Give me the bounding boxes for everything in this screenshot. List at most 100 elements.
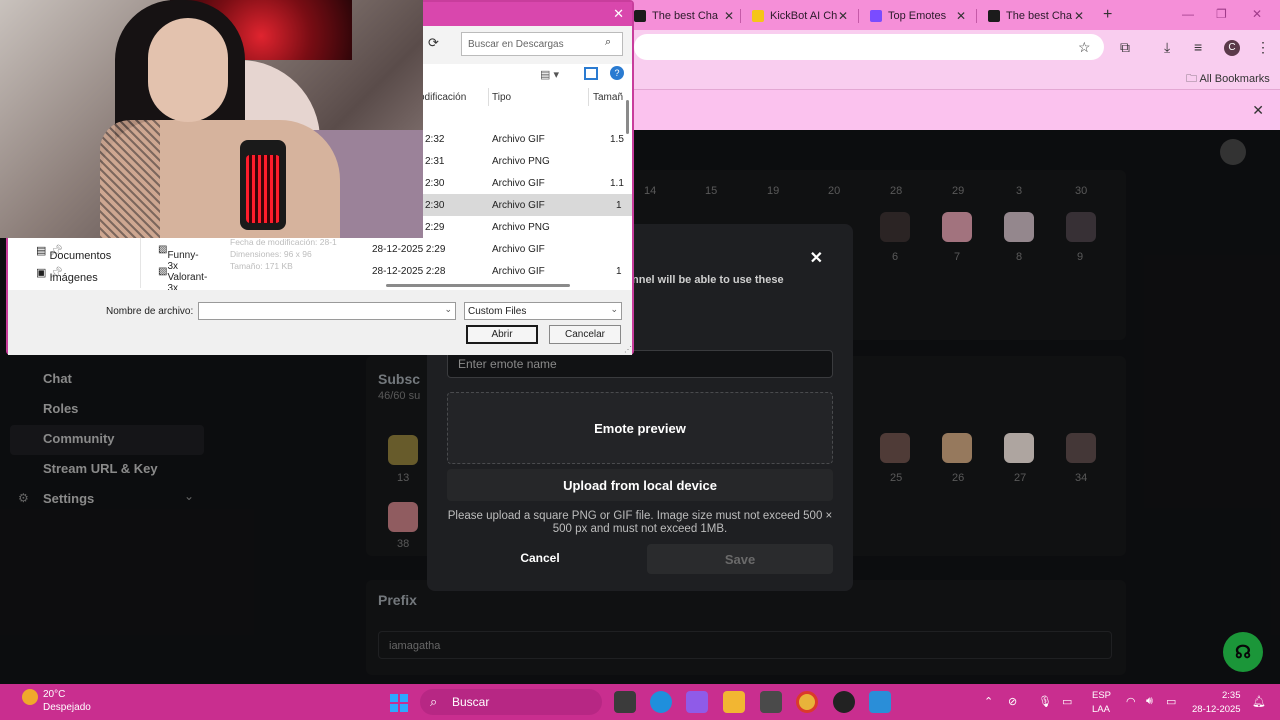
column-divider bbox=[588, 88, 589, 106]
menu-icon[interactable]: ⋮ bbox=[1256, 39, 1270, 56]
save-button[interactable]: Save bbox=[647, 544, 833, 574]
upload-button[interactable]: Upload from local device bbox=[447, 469, 833, 501]
vertical-scrollbar[interactable] bbox=[626, 100, 629, 134]
new-tab-button[interactable]: + bbox=[1103, 6, 1112, 24]
file-size: 1.5 bbox=[610, 134, 624, 145]
file-modified: 2:30 bbox=[425, 178, 445, 189]
weather-temp[interactable]: 20°C bbox=[43, 689, 65, 700]
tab-divider bbox=[976, 9, 977, 23]
webcam-overlay bbox=[0, 0, 423, 238]
weather-sun-icon[interactable] bbox=[22, 689, 38, 705]
star-icon[interactable]: ☆ bbox=[1078, 39, 1091, 56]
file-modified: 2:32 bbox=[425, 134, 445, 145]
weather-status[interactable]: Despejado bbox=[43, 702, 91, 713]
chrome-icon[interactable] bbox=[796, 691, 818, 713]
tab-best-chat-1[interactable]: The best Cha ✕ bbox=[634, 4, 734, 28]
file-modified: 28-12-2025 2:28 bbox=[372, 266, 446, 277]
tab-kickbot[interactable]: KickBot AI Ch ✕ bbox=[752, 4, 848, 28]
profile-avatar[interactable]: C bbox=[1224, 40, 1240, 56]
file-name: ▧ Valorant-3x bbox=[158, 266, 208, 294]
file-type: Archivo GIF bbox=[492, 266, 545, 277]
screen: The best Cha ✕ KickBot AI Ch ✕ Top Emote… bbox=[0, 0, 1280, 720]
microphone-icon[interactable]: 🎙︎ bbox=[1038, 695, 1052, 708]
file-explorer-icon[interactable] bbox=[723, 691, 745, 713]
task-view-icon[interactable] bbox=[614, 691, 636, 713]
network-off-icon[interactable]: ⊘ bbox=[1008, 695, 1017, 708]
battery-icon[interactable]: ▭ bbox=[1166, 695, 1176, 708]
chevron-down-icon[interactable]: ⌄ bbox=[444, 304, 452, 315]
store-icon[interactable] bbox=[760, 691, 782, 713]
view-options-icon[interactable]: ▤ ▾ bbox=[540, 68, 559, 81]
media-icon[interactable]: ≡ bbox=[1194, 39, 1202, 55]
search-icon: ⌕ bbox=[605, 36, 612, 48]
help-icon[interactable]: ? bbox=[610, 66, 624, 80]
horizontal-scrollbar[interactable] bbox=[386, 284, 570, 287]
kick-icon bbox=[634, 10, 646, 22]
cancel-button[interactable]: Cancelar bbox=[549, 325, 621, 344]
file-size: 1 bbox=[616, 266, 622, 277]
cancel-button[interactable]: Cancel bbox=[487, 544, 593, 572]
close-window-button[interactable]: ✕ bbox=[1252, 7, 1262, 21]
chevron-down-icon: ⌄ bbox=[610, 304, 618, 314]
close-icon[interactable]: ✕ bbox=[956, 9, 966, 23]
extensions-icon[interactable]: ⧉ bbox=[1120, 39, 1130, 56]
windows-taskbar: 20°C Despejado ⌕ Buscar ⌃ ⊘ 🎙︎ ▭ ESP LAA… bbox=[0, 684, 1280, 720]
maximize-button[interactable]: ❐ bbox=[1216, 7, 1227, 21]
clock-date[interactable]: 28-12-2025 bbox=[1192, 704, 1241, 715]
microphone-light bbox=[246, 155, 280, 223]
kickbot-icon bbox=[752, 10, 764, 22]
address-input[interactable] bbox=[634, 34, 1104, 60]
open-button[interactable]: Abrir bbox=[466, 325, 538, 344]
copilot-icon[interactable] bbox=[686, 691, 708, 713]
refresh-icon[interactable]: ⟳ bbox=[428, 35, 439, 51]
tab-label: KickBot AI Ch bbox=[770, 10, 838, 22]
language-code[interactable]: ESP bbox=[1092, 690, 1111, 701]
wifi-icon[interactable]: ◠ bbox=[1126, 695, 1136, 708]
filename-input[interactable]: ⌄ bbox=[198, 302, 456, 320]
preview-pane-icon[interactable] bbox=[584, 67, 598, 80]
edge-icon[interactable] bbox=[650, 691, 672, 713]
search-icon: ⌕ bbox=[430, 694, 438, 709]
tab-best-chat-2[interactable]: The best Cha ✕ bbox=[988, 4, 1084, 28]
keyboard-layout[interactable]: LAA bbox=[1092, 704, 1110, 715]
nav-item-imagenes[interactable]: ▣ Imágenes 📌︎ bbox=[36, 266, 98, 284]
device-icon[interactable]: ▭ bbox=[1062, 695, 1072, 708]
file-type-select[interactable]: Custom Files ⌄ bbox=[464, 302, 622, 320]
file-type: Archivo GIF bbox=[492, 200, 545, 211]
tab-label: The best Cha bbox=[652, 10, 719, 22]
photos-icon[interactable] bbox=[869, 691, 891, 713]
folder-search-input[interactable]: Buscar en Descargas bbox=[461, 32, 623, 56]
file-modified: 28-12-2025 2:29 bbox=[372, 244, 446, 255]
close-icon[interactable]: ✕ bbox=[613, 6, 624, 22]
obs-icon[interactable] bbox=[833, 691, 855, 713]
tattoo-arm bbox=[100, 120, 160, 238]
volume-icon[interactable]: 🔊︎ bbox=[1146, 695, 1153, 708]
chevron-up-icon[interactable]: ⌃ bbox=[984, 695, 993, 708]
upload-hint: Please upload a square PNG or GIF file. … bbox=[447, 510, 833, 535]
clock-time[interactable]: 2:35 bbox=[1222, 690, 1241, 701]
close-icon[interactable]: ✕ bbox=[838, 9, 848, 23]
minimize-button[interactable]: — bbox=[1182, 7, 1194, 21]
file-modified: 2:29 bbox=[425, 222, 445, 233]
close-icon[interactable]: ✕ bbox=[1074, 9, 1084, 23]
file-size: 1 bbox=[616, 200, 622, 211]
kick-icon bbox=[988, 10, 1000, 22]
start-button[interactable] bbox=[390, 694, 408, 712]
close-icon[interactable]: ✕ bbox=[810, 248, 823, 268]
column-divider bbox=[488, 88, 489, 106]
tab-top-emotes[interactable]: Top Emotes ✕ bbox=[870, 4, 966, 28]
file-type: Archivo PNG bbox=[492, 222, 550, 233]
notifications-icon[interactable]: 🔔︎ bbox=[1252, 695, 1266, 708]
nav-item-documentos[interactable]: ▤ Documentos 📌︎ bbox=[36, 244, 111, 262]
close-icon[interactable]: ✕ bbox=[724, 9, 734, 23]
taskbar-search[interactable]: ⌕ Buscar bbox=[420, 689, 602, 715]
emotes-icon bbox=[870, 10, 882, 22]
download-icon[interactable]: ⤓ bbox=[1164, 39, 1170, 56]
view-controls: ▤ ▾ ? bbox=[424, 64, 632, 86]
close-icon[interactable]: ✕ bbox=[1252, 102, 1264, 119]
file-type-value: Custom Files bbox=[468, 306, 527, 317]
tab-divider bbox=[858, 9, 859, 23]
all-bookmarks[interactable]: 🗀 All Bookmarks bbox=[1186, 70, 1270, 89]
streamer-face bbox=[148, 18, 228, 122]
resize-grip-icon[interactable]: ⋰ bbox=[624, 345, 632, 354]
